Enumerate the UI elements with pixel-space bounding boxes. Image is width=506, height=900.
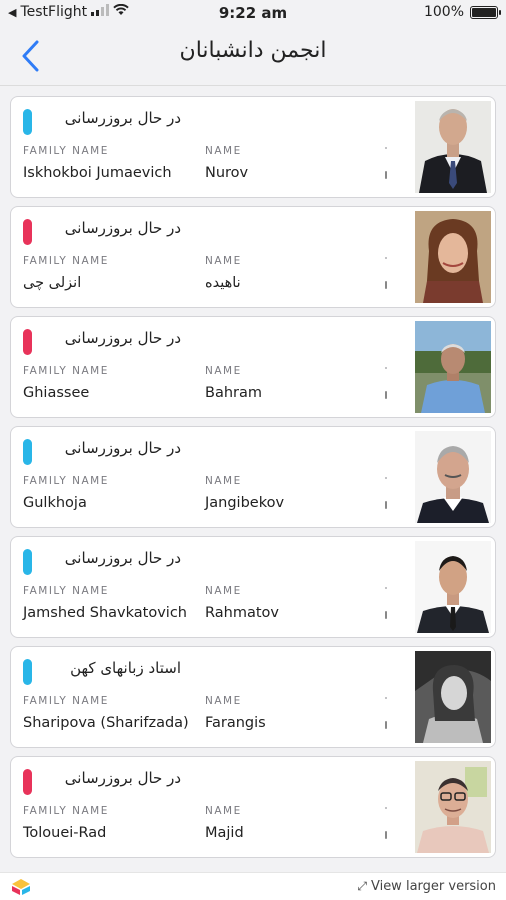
page-title: انجمن دانشبانان xyxy=(179,38,327,63)
status-label: در حال بروزرسانی xyxy=(64,549,181,567)
separator-dot xyxy=(385,501,387,509)
status-indicator xyxy=(23,769,32,795)
separator-dot xyxy=(385,697,387,699)
separator-dot xyxy=(385,257,387,259)
status-indicator xyxy=(23,329,32,355)
member-photo xyxy=(415,651,491,743)
status-indicator xyxy=(23,219,32,245)
family-name-label: FAMILY NAME xyxy=(23,255,109,267)
member-card[interactable]: در حال بروزرسانی FAMILY NAME NAME Ghiass… xyxy=(10,316,496,418)
member-card[interactable]: در حال بروزرسانی FAMILY NAME NAME انزلی … xyxy=(10,206,496,308)
view-larger-link[interactable]: ⤢ View larger version xyxy=(357,879,496,894)
expand-icon: ⤢ xyxy=(357,879,367,893)
status-indicator xyxy=(23,549,32,575)
battery-percent: 100% xyxy=(423,4,464,20)
separator-dot xyxy=(385,367,387,369)
separator-dot xyxy=(385,147,387,149)
status-label: در حال بروزرسانی xyxy=(64,439,181,457)
member-card[interactable]: در حال بروزرسانی FAMILY NAME NAME Jamshe… xyxy=(10,536,496,638)
separator-dot xyxy=(385,807,387,809)
separator-dot xyxy=(385,391,387,399)
status-bar: ◀ TestFlight 9:22 am 100% xyxy=(0,0,506,26)
family-name-value: Tolouei-Rad xyxy=(23,825,107,841)
member-card[interactable]: استاد زبانهای کهن FAMILY NAME NAME Shari… xyxy=(10,646,496,748)
name-value: Jangibekov xyxy=(205,495,285,511)
status-indicator xyxy=(23,439,32,465)
name-label: NAME xyxy=(205,255,242,267)
name-value: ناهیده xyxy=(205,275,241,291)
status-label: در حال بروزرسانی xyxy=(64,109,181,127)
name-label: NAME xyxy=(205,365,242,377)
family-name-value: Sharipova (Sharifzada) xyxy=(23,715,189,731)
name-label: NAME xyxy=(205,475,242,487)
member-photo xyxy=(415,211,491,303)
member-photo xyxy=(415,761,491,853)
member-photo xyxy=(415,431,491,523)
member-photo xyxy=(415,541,491,633)
family-name-value: Ghiassee xyxy=(23,385,90,401)
name-value: Nurov xyxy=(205,165,249,181)
family-name-label: FAMILY NAME xyxy=(23,585,109,597)
status-label: در حال بروزرسانی xyxy=(64,219,181,237)
name-value: Farangis xyxy=(205,715,266,731)
status-label: استاد زبانهای کهن xyxy=(70,659,181,677)
name-value: Bahram xyxy=(205,385,262,401)
name-value: Rahmatov xyxy=(205,605,279,621)
status-label: در حال بروزرسانی xyxy=(64,329,181,347)
family-name-label: FAMILY NAME xyxy=(23,145,109,157)
separator-dot xyxy=(385,171,387,179)
separator-dot xyxy=(385,281,387,289)
view-larger-label: View larger version xyxy=(370,879,496,894)
footer-bar: ⤢ View larger version xyxy=(0,872,506,900)
member-photo xyxy=(415,101,491,193)
member-card[interactable]: در حال بروزرسانی FAMILY NAME NAME Iskhok… xyxy=(10,96,496,198)
separator-dot xyxy=(385,721,387,729)
separator-dot xyxy=(385,831,387,839)
member-card[interactable]: در حال بروزرسانی FAMILY NAME NAME Toloue… xyxy=(10,756,496,858)
name-label: NAME xyxy=(205,585,242,597)
battery-icon xyxy=(470,5,501,19)
separator-dot xyxy=(385,611,387,619)
family-name-value: Gulkhoja xyxy=(23,495,87,511)
name-label: NAME xyxy=(205,805,242,817)
name-label: NAME xyxy=(205,695,242,707)
family-name-label: FAMILY NAME xyxy=(23,695,109,707)
status-label: در حال بروزرسانی xyxy=(64,769,181,787)
family-name-value: Iskhokboi Jumaevich xyxy=(23,165,172,181)
member-photo xyxy=(415,321,491,413)
family-name-value: Jamshed Shavkatovich xyxy=(23,605,187,621)
name-label: NAME xyxy=(205,145,242,157)
status-indicator xyxy=(23,659,32,685)
separator-dot xyxy=(385,477,387,479)
family-name-label: FAMILY NAME xyxy=(23,805,109,817)
family-name-label: FAMILY NAME xyxy=(23,475,109,487)
family-name-label: FAMILY NAME xyxy=(23,365,109,377)
navigation-bar: انجمن دانشبانان xyxy=(0,26,506,86)
member-list: در حال بروزرسانی FAMILY NAME NAME Iskhok… xyxy=(10,96,496,866)
family-name-value: انزلی چی xyxy=(23,275,82,291)
app-logo-icon xyxy=(10,878,32,896)
battery-fill xyxy=(472,7,496,17)
status-right: 100% xyxy=(423,4,501,20)
separator-dot xyxy=(385,587,387,589)
member-card[interactable]: در حال بروزرسانی FAMILY NAME NAME Gulkho… xyxy=(10,426,496,528)
status-indicator xyxy=(23,109,32,135)
name-value: Majid xyxy=(205,825,244,841)
